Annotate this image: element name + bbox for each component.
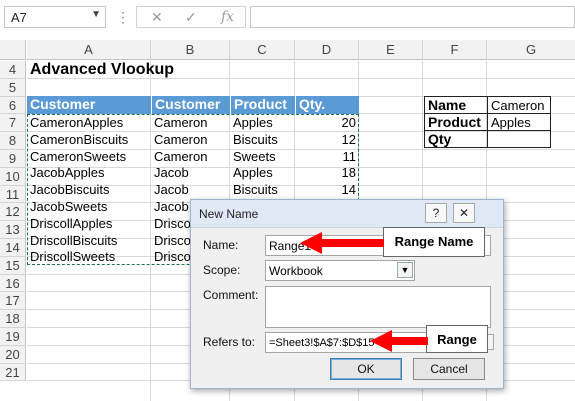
dialog-title: New Name [199,207,259,221]
cell-customer-key[interactable]: CameronSweets [27,148,151,166]
row-header-9[interactable]: 9 [0,150,26,168]
cell-customer-key[interactable]: DriscollBiscuits [27,232,151,250]
column-header-f[interactable]: F [423,40,487,60]
column-header-c[interactable]: C [230,40,295,60]
row-header-18[interactable]: 18 [0,310,26,328]
select-all-corner[interactable] [0,40,26,60]
name-box[interactable]: A7 ▼ [4,6,106,28]
refers-to-value: =Sheet3!$A$7:$D$15 [269,337,375,349]
cell-qty[interactable]: 12 [295,131,359,149]
cell-customer-key[interactable]: JacobBiscuits [27,181,151,199]
cell-customer[interactable]: Cameron [151,114,230,132]
ok-button[interactable]: OK [330,358,402,380]
column-header-d[interactable]: D [295,40,359,60]
formula-buttons: ✕ ✓ fx [136,6,246,28]
sheet-title[interactable]: Advanced Vlookup [27,61,177,79]
row-header-16[interactable]: 16 [0,274,26,293]
table-header-product[interactable]: Product [230,96,295,114]
arrow-range-name-icon [300,232,384,254]
callout-range-name: Range Name [383,227,485,257]
cell-qty[interactable]: 18 [295,164,359,182]
comment-label: Comment: [203,288,259,302]
row-header-11[interactable]: 11 [0,185,26,204]
check-icon[interactable]: ✓ [185,9,197,26]
row-header-12[interactable]: 12 [0,203,26,222]
scope-select-value: Workbook [269,264,323,278]
help-icon[interactable]: ? [425,203,447,223]
table-header-qty[interactable]: Qty. [295,96,359,114]
chevron-down-icon[interactable]: ▼ [91,9,101,20]
lookup-value-name[interactable]: Cameron [487,96,551,114]
lookup-value-qty[interactable] [487,130,551,148]
cell-customer-key[interactable]: DriscollApples [27,215,151,233]
scope-select[interactable]: Workbook ▼ [265,260,415,281]
cell-customer-key[interactable]: CameronBiscuits [27,131,151,149]
row-header-17[interactable]: 17 [0,292,26,311]
arrow-range-icon [370,330,428,352]
cancel-button[interactable]: Cancel [413,358,485,380]
row-header-7[interactable]: 7 [0,114,26,133]
cell-product[interactable]: Apples [230,114,295,132]
row-header-8[interactable]: 8 [0,132,26,150]
refers-to-label: Refers to: [203,335,256,349]
cell-customer[interactable]: Jacob [151,164,230,182]
row-header-10[interactable]: 10 [0,167,26,186]
row-header-6[interactable]: 6 [0,96,26,115]
cell-product[interactable]: Apples [230,164,295,182]
cell-qty[interactable]: 14 [295,181,359,199]
column-header-e[interactable]: E [359,40,423,60]
cell-qty[interactable]: 11 [295,148,359,166]
table-header-customer[interactable]: Customer [27,96,151,114]
row-header-4[interactable]: 4 [0,61,26,79]
lookup-label-name[interactable]: Name [424,96,488,114]
cancel-icon[interactable]: ✕ [151,9,163,26]
column-header-b[interactable]: B [151,40,230,60]
cell-product[interactable]: Biscuits [230,131,295,149]
formula-bar: A7 ▼ ⋮ ✕ ✓ fx [0,0,575,35]
cell-customer[interactable]: Cameron [151,131,230,149]
cell-customer-key[interactable]: JacobApples [27,164,151,182]
row-header-13[interactable]: 13 [0,221,26,239]
formula-input[interactable] [250,6,575,28]
callout-range: Range [426,325,488,353]
column-header-a[interactable]: A [27,40,151,60]
row-header-14[interactable]: 14 [0,239,26,257]
lookup-label-product[interactable]: Product [424,113,488,131]
cell-customer[interactable]: Jacob [151,181,230,199]
lookup-label-qty[interactable]: Qty [424,130,488,148]
cell-customer[interactable]: Cameron [151,148,230,166]
row-header-21[interactable]: 21 [0,363,26,382]
dialog-titlebar[interactable]: New Name ? ✕ [191,200,503,228]
chevron-down-icon[interactable]: ▼ [397,262,413,278]
cell-qty[interactable]: 20 [295,114,359,132]
row-header-20[interactable]: 20 [0,345,26,364]
comment-field[interactable] [265,286,491,328]
cell-product[interactable]: Biscuits [230,181,295,199]
cell-product[interactable]: Sweets [230,148,295,166]
row-header-19[interactable]: 19 [0,328,26,346]
scope-label: Scope: [203,263,241,277]
cell-customer-key[interactable]: DriscollSweets [27,248,151,266]
drag-handle-icon[interactable]: ⋮ [116,9,130,26]
row-header-5[interactable]: 5 [0,78,26,97]
column-header-g[interactable]: G [487,40,575,60]
cell-customer-key[interactable]: CameronApples [27,114,151,132]
close-icon[interactable]: ✕ [453,203,475,223]
cell-customer-key[interactable]: JacobSweets [27,198,151,216]
table-header-customer-2[interactable]: Customer [151,96,230,114]
row-header-15[interactable]: 15 [0,256,26,275]
insert-function-icon[interactable]: fx [221,9,234,25]
name-box-value: A7 [11,10,27,25]
lookup-value-product[interactable]: Apples [487,113,551,131]
name-label: Name: [203,238,239,252]
